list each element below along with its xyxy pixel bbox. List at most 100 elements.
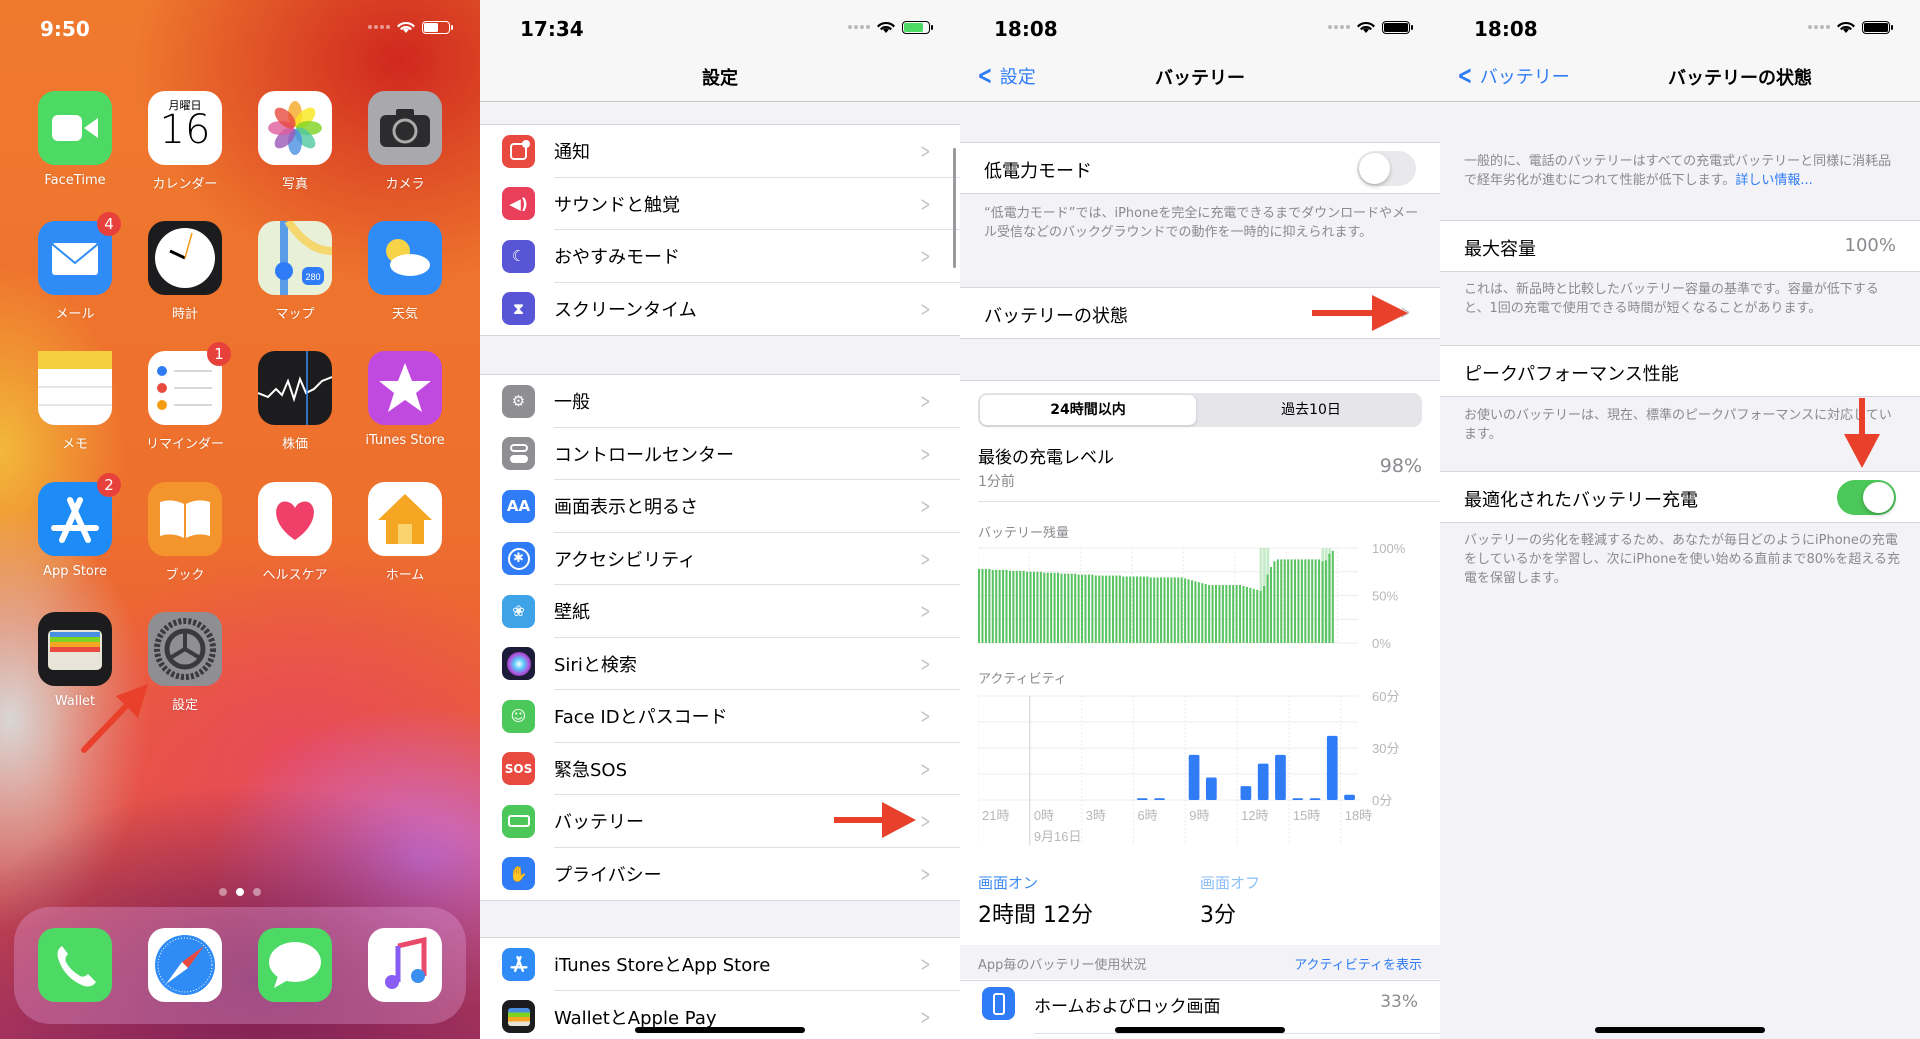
home-screen: 9:50 FaceTime 月曜日 16 カレンダー 写真 カメラ 4 メール 時計 280 マップ… (0, 0, 480, 1039)
page-title: バッテリーの状態 (1668, 68, 1812, 89)
battery-level-bar (1122, 576, 1125, 643)
activity-bar (1154, 798, 1165, 800)
app-settings[interactable]: 設定 (148, 612, 222, 713)
health-icon (258, 482, 332, 556)
settings-item-label: WalletとApple Pay (554, 1007, 717, 1029)
app-maps[interactable]: 280 マップ (258, 221, 332, 322)
intro-text: 一般的に、電話のバッテリーはすべての充電式バッテリーと同様に消耗品で経年劣化が進… (1464, 152, 1904, 190)
page-title: バッテリー (1155, 68, 1245, 89)
settings-item-notifications[interactable]: 通知 > (480, 125, 960, 178)
battery-level-bar (1221, 585, 1224, 643)
settings-item-faceid[interactable]: ☺ Face IDとパスコード > (480, 690, 960, 743)
app-clock[interactable]: 時計 (148, 221, 222, 322)
battery-level-bar (981, 568, 984, 643)
battery-level-bar (1032, 571, 1036, 643)
battery-level-bar (1184, 578, 1187, 643)
app-notes[interactable]: メモ (38, 351, 112, 452)
battery-level-bar (1008, 570, 1011, 643)
battery-level-bar (1149, 577, 1152, 643)
optimized-charging-toggle[interactable] (1837, 480, 1896, 515)
battery-level-bar (1111, 575, 1115, 643)
wallet-icon (502, 1000, 535, 1034)
activity-chart-title: アクティビティ (978, 672, 1067, 687)
battery-level-bar (1211, 585, 1214, 643)
settings-item-sounds[interactable]: ◀) サウンドと触覚 > (480, 178, 960, 230)
battery-level-bar (1005, 569, 1008, 643)
hourglass-icon: ⧗ (502, 292, 535, 326)
reminders-icon: 1 (148, 342, 231, 425)
chevron-right-icon: > (920, 1004, 931, 1029)
battery-level-bar (1166, 577, 1169, 643)
battery-level-bar (1084, 574, 1087, 643)
page-dot[interactable] (219, 888, 227, 896)
settings-item-wallpaper[interactable]: ❀ 壁紙 > (480, 585, 960, 638)
settings-item-hand[interactable]: ✋ プライバシー > (480, 848, 960, 901)
battery-level-bar (1318, 559, 1321, 643)
settings-item-display[interactable]: AA 画面表示と明るさ > (480, 480, 960, 533)
app-usage-header: App毎のバッテリー使用状況 アクティビティを表示 (960, 945, 1440, 979)
battery-level-bar (1036, 571, 1039, 643)
battery-level-bar (1194, 581, 1197, 643)
segment-24h[interactable]: 24時間以内 (980, 395, 1196, 425)
app-photos[interactable]: 写真 (258, 91, 332, 192)
battery-level-bar (1304, 559, 1307, 643)
battery-level-bar (998, 569, 1001, 643)
x-tick-label: 9時 (1189, 808, 1209, 823)
page-indicator[interactable] (0, 888, 480, 896)
notification-badge: 4 (97, 212, 121, 236)
dock-phone[interactable] (38, 928, 112, 1002)
battery-level-bar (1132, 576, 1135, 643)
battery-level-bar (1081, 574, 1084, 643)
app-calendar[interactable]: 月曜日 16 カレンダー (148, 91, 222, 192)
notification-badge: 2 (97, 473, 121, 497)
battery-level-bar (988, 568, 991, 643)
app-camera[interactable]: カメラ (368, 91, 442, 192)
battery-level-bar (1228, 585, 1231, 643)
app-facetime[interactable]: FaceTime (38, 91, 112, 188)
app-stocks[interactable]: 株価 (258, 351, 332, 452)
low-power-mode-toggle[interactable] (1357, 151, 1416, 186)
settings-item-hourglass[interactable]: ⧗ スクリーンタイム > (480, 283, 960, 336)
app-books[interactable]: ブック (148, 482, 222, 583)
settings-item-moon[interactable]: ☾ おやすみモード > (480, 230, 960, 283)
app-mail[interactable]: 4 メール (38, 212, 121, 322)
battery-level-bar (1201, 583, 1204, 643)
app-app-store[interactable]: 2 App Store (38, 473, 121, 579)
app-label: 天気 (391, 307, 418, 322)
app-health[interactable]: ヘルスケア (258, 482, 332, 583)
settings-item-sos[interactable]: SOS 緊急SOS > (480, 743, 960, 795)
settings-item-siri[interactable]: Siriと検索 > (480, 638, 960, 690)
settings-item-gear[interactable]: ⚙ 一般 > (480, 375, 960, 428)
phone-icon (38, 928, 112, 1002)
settings-item-toggles[interactable]: コントロールセンター > (480, 428, 960, 480)
segment-10d[interactable]: 過去10日 (1200, 393, 1422, 427)
siri-icon (502, 647, 535, 681)
app-weather[interactable]: 天気 (368, 221, 442, 322)
show-activity-link[interactable]: アクティビティを表示 (1294, 954, 1422, 973)
screen-off-value: 3分 (1200, 903, 1236, 928)
app-label: 時計 (171, 307, 198, 322)
app-home-app[interactable]: ホーム (368, 482, 442, 583)
page-dot[interactable] (236, 888, 244, 896)
home-app-icon (368, 482, 442, 556)
settings-item-accessibility[interactable]: ✱ アクセシビリティ > (480, 533, 960, 585)
dock-music[interactable] (368, 928, 442, 1002)
max-capacity-footer: これは、新品時と比較したバッテリー容量の基準です。容量が低下すると、1回の充電で… (1464, 282, 1879, 316)
battery-level-chart-title: バッテリー残量 (978, 526, 1070, 541)
app-itunes-store[interactable]: iTunes Store (365, 351, 445, 448)
settings-item-app-store[interactable]: iTunes StoreとApp Store > (480, 938, 960, 991)
app-label: ヘルスケア (262, 568, 328, 583)
camera-icon (368, 91, 442, 165)
page-dot[interactable] (253, 888, 261, 896)
dock-safari[interactable] (148, 928, 222, 1002)
battery-level-bar (1056, 572, 1060, 643)
app-reminders[interactable]: 1 リマインダー (146, 342, 231, 452)
learn-more-link[interactable]: 詳しい情報... (1735, 173, 1812, 188)
battery-level-bar (1204, 584, 1207, 643)
x-tick-label: 21時 (982, 808, 1009, 823)
app-label: メモ (61, 437, 88, 452)
scrollbar[interactable] (953, 148, 956, 268)
app-label: App Store (43, 564, 107, 579)
x-tick-label: 3時 (1086, 808, 1106, 823)
dock-messages[interactable] (258, 928, 332, 1002)
